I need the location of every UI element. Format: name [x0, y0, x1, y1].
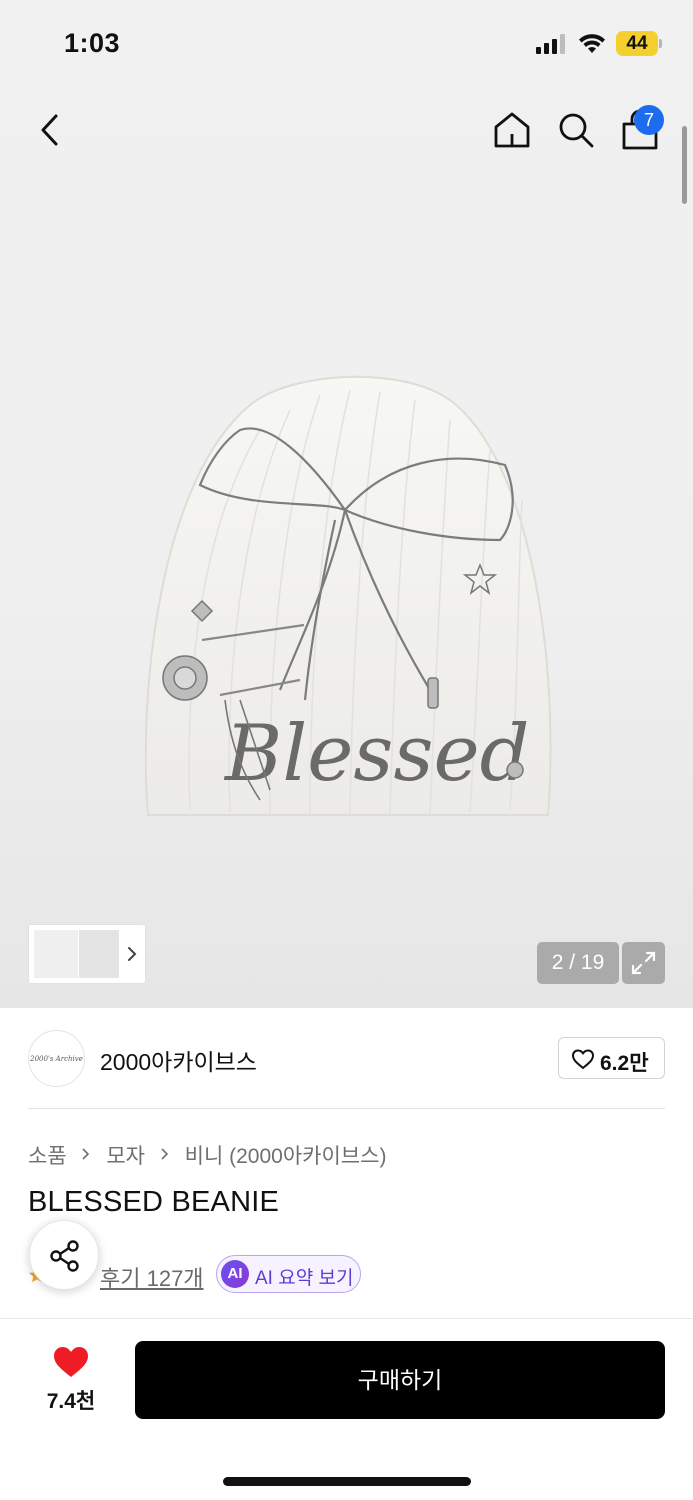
- home-indicator: [223, 1477, 471, 1486]
- battery-nub: [659, 39, 662, 48]
- back-arrow-icon[interactable]: [34, 110, 68, 150]
- bottom-action-bar: 7.4천 구매하기: [0, 1318, 693, 1500]
- thumbnail-beanie[interactable]: [34, 930, 78, 978]
- wifi-icon: [579, 34, 605, 53]
- battery-indicator: 44: [616, 31, 658, 56]
- chevron-right-icon: [161, 1147, 168, 1160]
- expand-icon: [631, 951, 656, 975]
- shop-like-count: 6.2만: [600, 1052, 649, 1075]
- heart-filled-icon: [54, 1347, 88, 1377]
- chevron-right-icon: [128, 947, 137, 961]
- chevron-right-icon: [82, 1147, 90, 1160]
- review-count-link[interactable]: 후기 127개: [100, 1261, 204, 1293]
- scroll-indicator[interactable]: [682, 126, 687, 204]
- breadcrumb-item[interactable]: 비니 (2000아카이브스): [185, 1140, 387, 1170]
- share-button[interactable]: [29, 1220, 99, 1290]
- beanie-product-image[interactable]: Blessed: [130, 360, 560, 830]
- breadcrumb-item[interactable]: 모자: [106, 1140, 145, 1170]
- shop-name[interactable]: 2000아카이브스: [100, 1043, 257, 1077]
- shop-like-button[interactable]: 6.2만: [558, 1037, 665, 1079]
- breadcrumb: 소품 모자 비니 (2000아카이브스): [28, 1140, 386, 1168]
- share-icon: [50, 1240, 79, 1272]
- wishlist-count: 7.4천: [46, 1390, 96, 1413]
- status-bar: 1:03 44: [0, 0, 693, 88]
- gallery-page-indicator: 2 / 19: [537, 942, 619, 984]
- heart-outline-icon: [571, 1049, 595, 1070]
- ai-summary-label: AI 요약 보기: [255, 1268, 354, 1289]
- ai-badge-icon: AI: [221, 1260, 249, 1288]
- thumbnail-strip[interactable]: [28, 924, 146, 984]
- breadcrumb-item[interactable]: 소품: [28, 1140, 67, 1170]
- home-icon[interactable]: [492, 110, 532, 150]
- search-icon[interactable]: [556, 110, 596, 150]
- cart-count-badge: 7: [634, 105, 664, 135]
- shop-logo[interactable]: 2000's Archive: [28, 1030, 85, 1087]
- status-time: 1:03: [64, 28, 121, 58]
- buy-button[interactable]: 구매하기: [135, 1341, 665, 1419]
- fullscreen-expand-button[interactable]: [622, 942, 665, 984]
- cellular-signal-icon: [536, 34, 565, 54]
- product-title: BLESSED BEANIE: [28, 1186, 280, 1218]
- thumbnail-packaging[interactable]: [79, 930, 119, 978]
- shop-row: 2000's Archive 2000아카이브스 6.2만: [28, 1030, 665, 1087]
- divider: [28, 1108, 665, 1109]
- top-nav-bar: [0, 96, 693, 166]
- product-gallery[interactable]: 1:03 44 7 Blessed 2 / 19: [0, 0, 693, 1008]
- wishlist-button[interactable]: 7.4천: [30, 1345, 112, 1415]
- ai-summary-button[interactable]: AI AI 요약 보기: [216, 1255, 361, 1293]
